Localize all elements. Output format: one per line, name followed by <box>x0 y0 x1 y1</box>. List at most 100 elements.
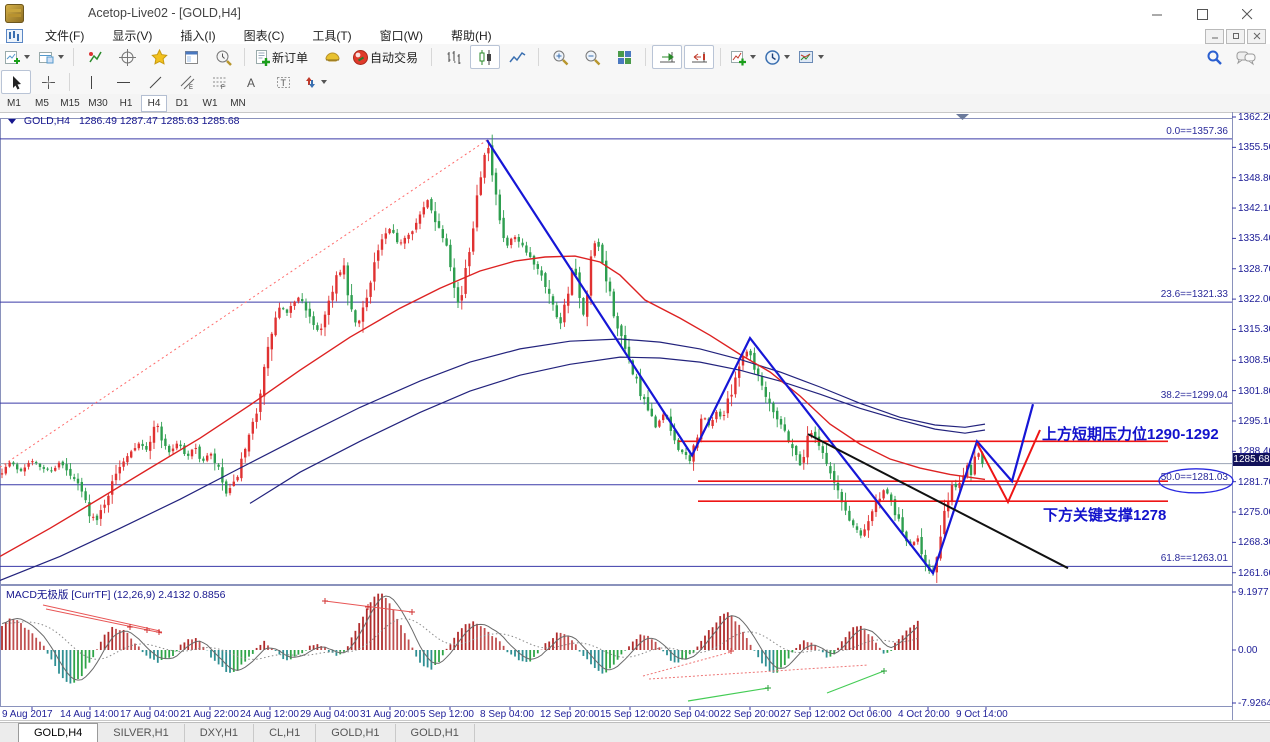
crosshair-tool-button[interactable] <box>33 70 63 94</box>
candlestick-chart-button[interactable] <box>470 45 500 69</box>
time-tick-9: 12 Sep 20:00 <box>540 709 600 720</box>
autotrading-label: 自动交易 <box>370 49 418 66</box>
child-minimize-button[interactable] <box>1205 29 1224 44</box>
zoom-in-button[interactable] <box>545 45 575 69</box>
market-watch-button[interactable] <box>80 45 110 69</box>
chevron-down-icon <box>24 55 30 59</box>
tile-windows-button[interactable] <box>609 45 639 69</box>
equidistant-channel-button[interactable]: E <box>172 70 202 94</box>
templates-button[interactable] <box>795 45 827 69</box>
fib-label-3: 50.0==1281.03 <box>1078 472 1228 483</box>
line-chart-button[interactable] <box>502 45 532 69</box>
close-button[interactable] <box>1225 0 1270 28</box>
periods-button[interactable] <box>761 45 793 69</box>
autotrading-button[interactable]: 自动交易 <box>349 45 425 69</box>
timeframe-w1[interactable]: W1 <box>197 95 223 112</box>
chart-tab-3[interactable]: CL,H1 <box>254 724 316 742</box>
horizontal-line-icon <box>116 75 131 90</box>
toolbar-separator <box>73 48 74 66</box>
menu-item-6[interactable]: 帮助(H) <box>437 28 506 44</box>
collapse-triangle-icon[interactable] <box>8 119 16 124</box>
trendline-button[interactable] <box>140 70 170 94</box>
child-close-button[interactable] <box>1247 29 1266 44</box>
fibonacci-button[interactable]: F <box>204 70 234 94</box>
text-button[interactable]: A <box>236 70 266 94</box>
timeframe-m30[interactable]: M30 <box>85 95 111 112</box>
menu-item-5[interactable]: 窗口(W) <box>366 28 437 44</box>
favorites-button[interactable] <box>144 45 174 69</box>
trendline-icon <box>148 75 163 90</box>
timeframe-m5[interactable]: M5 <box>29 95 55 112</box>
chart-tab-0[interactable]: GOLD,H4 <box>18 723 98 742</box>
macd-scale-min: -7.9264 <box>1238 698 1270 709</box>
time-tick-4: 24 Aug 12:00 <box>240 709 299 720</box>
chevron-down-icon <box>818 55 824 59</box>
chart-shift-button[interactable] <box>684 45 714 69</box>
menu-item-2[interactable]: 插入(I) <box>166 28 229 44</box>
auto-scroll-button[interactable] <box>652 45 682 69</box>
navigator-button[interactable] <box>112 45 142 69</box>
timeframe-d1[interactable]: D1 <box>169 95 195 112</box>
data-window-button[interactable] <box>176 45 206 69</box>
svg-text:T: T <box>280 78 286 88</box>
legend-ohlc: 1286.49 1287.47 1285.63 1285.68 <box>79 115 240 127</box>
history-center-button[interactable] <box>208 45 238 69</box>
price-axis[interactable]: 9.1977 0.00 -7.9264 1285.68 1362.201355.… <box>1233 112 1270 722</box>
star-icon <box>151 49 168 66</box>
bar-chart-button[interactable] <box>438 45 468 69</box>
candlestick-chart-icon <box>477 49 494 66</box>
maximize-button[interactable] <box>1180 0 1225 28</box>
svg-text:A: A <box>247 76 255 90</box>
zoom-out-button[interactable] <box>577 45 607 69</box>
menu-item-3[interactable]: 图表(C) <box>230 28 299 44</box>
channel-icon: E <box>180 75 195 90</box>
bar-chart-icon <box>445 49 462 66</box>
profiles-icon <box>38 49 55 66</box>
time-tick-10: 15 Sep 12:00 <box>600 709 660 720</box>
new-order-label: 新订单 <box>272 49 308 66</box>
new-order-button[interactable]: 新订单 <box>251 45 315 69</box>
chart-tab-5[interactable]: GOLD,H1 <box>396 724 475 742</box>
text-icon: A <box>244 75 259 90</box>
chart-tab-1[interactable]: SILVER,H1 <box>98 724 184 742</box>
time-tick-12: 22 Sep 20:00 <box>720 709 780 720</box>
cursor-button[interactable] <box>1 70 31 94</box>
price-tick-7: 1315.30 <box>1238 324 1270 335</box>
menu-item-0[interactable]: 文件(F) <box>31 28 98 44</box>
macd-indicator-label: MACD无极版 [CurrTF] (12,26,9) 2.4132 0.8856 <box>6 587 225 602</box>
chevron-down-icon <box>321 80 327 84</box>
price-chart-canvas[interactable] <box>0 112 1270 722</box>
text-label-button[interactable]: T <box>268 70 298 94</box>
profiles-button[interactable] <box>35 45 67 69</box>
price-tick-6: 1322.00 <box>1238 294 1270 305</box>
chart-tab-2[interactable]: DXY,H1 <box>185 724 254 742</box>
timeframe-h1[interactable]: H1 <box>113 95 139 112</box>
templates-icon <box>798 49 815 66</box>
timeframe-h4[interactable]: H4 <box>141 95 167 112</box>
vertical-line-button[interactable] <box>76 70 106 94</box>
price-tick-1: 1355.50 <box>1238 142 1270 153</box>
child-restore-button[interactable] <box>1226 29 1245 44</box>
legend-symbol: GOLD,H4 <box>24 115 70 127</box>
time-axis[interactable]: 9 Aug 201714 Aug 14:0017 Aug 04:0021 Aug… <box>0 708 1232 721</box>
search-button[interactable] <box>1199 45 1229 69</box>
indicators-button[interactable] <box>727 45 759 69</box>
minimize-button[interactable] <box>1135 0 1180 28</box>
timeframe-m1[interactable]: M1 <box>1 95 27 112</box>
time-tick-5: 29 Aug 04:00 <box>300 709 359 720</box>
chevron-down-icon <box>750 55 756 59</box>
menu-item-1[interactable]: 显示(V) <box>98 28 166 44</box>
timeframe-m15[interactable]: M15 <box>57 95 83 112</box>
fib-label-2: 38.2==1299.04 <box>1078 390 1228 401</box>
new-chart-button[interactable] <box>1 45 33 69</box>
arrows-button[interactable] <box>300 70 330 94</box>
horizontal-line-button[interactable] <box>108 70 138 94</box>
fib-label-1: 23.6==1321.33 <box>1078 289 1228 300</box>
chart-tab-4[interactable]: GOLD,H1 <box>316 724 395 742</box>
chart-window: GOLD,H4 1286.49 1287.47 1285.63 1285.68 … <box>0 112 1270 722</box>
timeframe-mn[interactable]: MN <box>225 95 251 112</box>
menu-item-4[interactable]: 工具(T) <box>298 28 365 44</box>
community-chat-button[interactable] <box>1231 45 1261 69</box>
metaeditor-button[interactable] <box>317 45 347 69</box>
time-tick-7: 5 Sep 12:00 <box>420 709 474 720</box>
